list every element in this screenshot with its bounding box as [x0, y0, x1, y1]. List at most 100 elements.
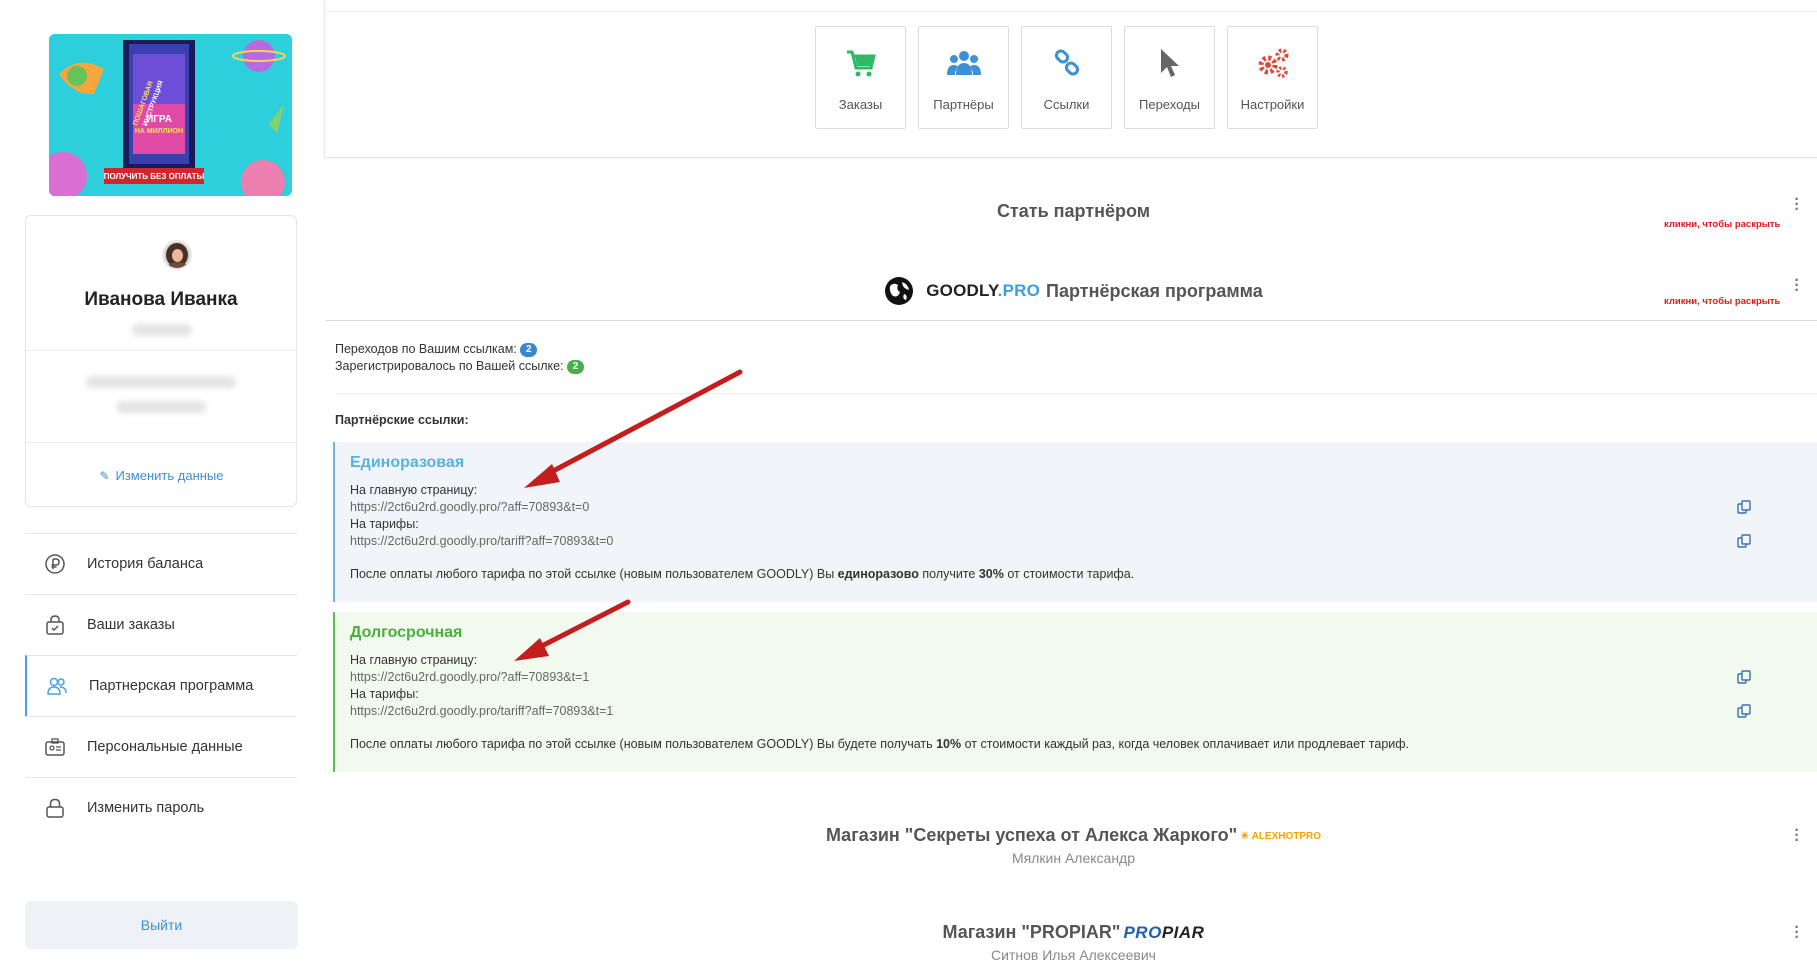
ruble-icon [43, 552, 67, 576]
long-term-tariff-url[interactable]: https://2ct6u2rd.goodly.pro/tariff?aff=7… [350, 703, 613, 720]
edit-profile-label: Изменить данные [115, 468, 224, 483]
banner-cta: ПОЛУЧИТЬ БЕЗ ОПЛАТЫ [104, 172, 205, 181]
partners-icon [45, 674, 69, 698]
cart-icon [816, 45, 905, 81]
goodly-brand: GOODLY.PRO [926, 281, 1040, 301]
one-time-description: После оплаты любого тарифа по этой ссылк… [350, 566, 1134, 583]
shop-menu-icon[interactable]: · · · [1792, 920, 1802, 946]
tile-partners[interactable]: Партнёры [918, 26, 1009, 129]
profile-card: Иванова Иванка ✎ Изменить данные [25, 215, 297, 507]
sidebar-item-label: Партнерская программа [89, 678, 254, 694]
blurred-username [132, 324, 192, 336]
tile-label: Переходы [1139, 97, 1200, 112]
registered-stat: Зарегистрировалось по Вашей ссылке: 2 [335, 358, 585, 375]
card-divider [26, 442, 296, 443]
sidebar-item-affiliate-program[interactable]: Партнерская программа [25, 655, 297, 716]
long-term-title: Долгосрочная [350, 624, 463, 641]
tile-settings[interactable]: Настройки [1227, 26, 1318, 129]
desc-percent: 10% [936, 737, 962, 751]
registered-count-badge: 2 [567, 359, 585, 374]
brand-main: GOODLY [926, 281, 998, 300]
desc-bold: единоразово [837, 567, 919, 581]
shop-name: Магазин "PROPIAR" [942, 922, 1121, 942]
desc-percent: 30% [978, 567, 1004, 581]
copy-icon[interactable] [1737, 704, 1751, 718]
desc-text: После оплаты любого тарифа по этой ссылк… [350, 567, 838, 581]
shopping-bag-icon [43, 613, 67, 637]
sidebar-item-label: История баланса [87, 556, 204, 572]
logout-button[interactable]: Выйти [25, 901, 298, 949]
shop-title[interactable]: Магазин "Секреты успеха от Алекса Жарког… [324, 825, 1817, 846]
become-partner-menu-icon[interactable]: · · · [1792, 192, 1802, 218]
stats-divider [335, 393, 1817, 394]
tile-orders[interactable]: Заказы [815, 26, 906, 129]
brand-pro: .PRO [997, 281, 1041, 300]
program-stats: Переходов по Вашим ссылкам: 2 Зарегистри… [335, 341, 585, 375]
program-hint: кликни, чтобы раскрыть [1664, 296, 1781, 307]
one-time-title: Единоразовая [350, 454, 465, 471]
blurred-email [86, 376, 236, 388]
tile-links[interactable]: Ссылки [1021, 26, 1112, 129]
tile-label: Заказы [838, 97, 883, 112]
link-icon [1022, 45, 1111, 81]
program-menu-icon[interactable]: · · · [1792, 273, 1802, 299]
tariffs-label: На тарифы: [350, 517, 419, 531]
cursor-icon [1125, 45, 1214, 81]
toolbar-panel: Заказы Партнёры Ссылки Переходы Настройк… [324, 0, 1817, 158]
tariffs-label: На тарифы: [350, 687, 419, 701]
visits-label: Переходов по Вашим ссылкам: [335, 342, 517, 356]
shop-title[interactable]: Магазин "PROPIAR" PROPIAR [324, 922, 1817, 943]
shop-logo-text: ALEXHOTPRO [1251, 830, 1322, 842]
alexhotpro-logo: ☀ ALEXHOTPRO [1240, 830, 1322, 842]
sidebar-item-personal-data[interactable]: Персональные данные [25, 716, 297, 777]
blurred-phone [116, 401, 206, 413]
program-title: Партнёрская программа [1046, 280, 1263, 301]
one-time-main-url[interactable]: https://2ct6u2rd.goodly.pro/?aff=70893&t… [350, 499, 589, 516]
shop-name: Магазин "Секреты успеха от Алекса Жарког… [825, 825, 1238, 845]
long-term-link-box: Долгосрочная На главную страницу: https:… [333, 612, 1817, 772]
registered-label: Зарегистрировалось по Вашей ссылке: [335, 359, 564, 373]
sidebar-item-label: Ваши заказы [87, 617, 175, 633]
shop-menu-icon[interactable]: · · · [1792, 823, 1802, 849]
program-header[interactable]: GOODLY.PRO Партнёрская программа [324, 276, 1817, 306]
main-page-label: На главную страницу: [350, 653, 478, 667]
tile-label: Ссылки [1043, 97, 1090, 112]
shop-logo-text: PIAR [1161, 923, 1205, 943]
copy-icon[interactable] [1737, 534, 1751, 548]
visits-stat: Переходов по Вашим ссылкам: 2 [335, 341, 584, 358]
sidebar-item-orders[interactable]: Ваши заказы [25, 594, 297, 655]
avatar [162, 240, 192, 270]
copy-icon[interactable] [1737, 670, 1751, 684]
shop-owner: Ситнов Илья Алексеевич [991, 947, 1156, 963]
sidebar-item-label: Персональные данные [87, 739, 243, 755]
sidebar-menu: История баланса Ваши заказы Партнерская … [25, 533, 297, 838]
copy-icon[interactable] [1737, 500, 1751, 514]
sidebar-item-balance-history[interactable]: История баланса [25, 533, 297, 594]
edit-profile-link[interactable]: ✎ Изменить данные [26, 468, 296, 483]
goodly-logo-icon [885, 277, 914, 305]
tile-clicks[interactable]: Переходы [1124, 26, 1215, 129]
desc-text: После оплаты любого тарифа по этой ссылк… [350, 737, 937, 751]
tile-label: Настройки [1240, 97, 1305, 112]
propiar-logo: PROPIAR [1123, 923, 1204, 943]
program-divider [326, 320, 1817, 321]
promo-banner-art: ИГРА НА МИЛЛИОН ПОШАГОВАЯ ИНСТРУКЦИЯ ПОЛ… [49, 34, 292, 196]
desc-text: получите [918, 567, 979, 581]
card-divider [26, 350, 296, 351]
promo-banner[interactable]: ИГРА НА МИЛЛИОН ПОШАГОВАЯ ИНСТРУКЦИЯ ПОЛ… [49, 34, 292, 196]
become-partner-title[interactable]: Стать партнёром [324, 201, 1817, 222]
profile-name: Иванова Иванка [84, 289, 238, 310]
sidebar-item-change-password[interactable]: Изменить пароль [25, 777, 297, 838]
banner-game-line2: НА МИЛЛИОН [135, 128, 183, 135]
visits-count-badge: 2 [520, 342, 538, 357]
users-icon [919, 45, 1008, 81]
gears-icon [1228, 45, 1317, 81]
long-term-main-url[interactable]: https://2ct6u2rd.goodly.pro/?aff=70893&t… [350, 669, 589, 686]
links-title: Партнёрские ссылки: [335, 413, 469, 427]
long-term-description: После оплаты любого тарифа по этой ссылк… [350, 736, 1409, 753]
one-time-tariff-url[interactable]: https://2ct6u2rd.goodly.pro/tariff?aff=7… [350, 533, 613, 550]
main-page-label: На главную страницу: [350, 483, 478, 497]
tile-label: Партнёры [933, 97, 994, 112]
desc-text: от стоимости каждый раз, когда человек о… [961, 737, 1410, 751]
shop-logo-text: PRO [1123, 923, 1162, 943]
